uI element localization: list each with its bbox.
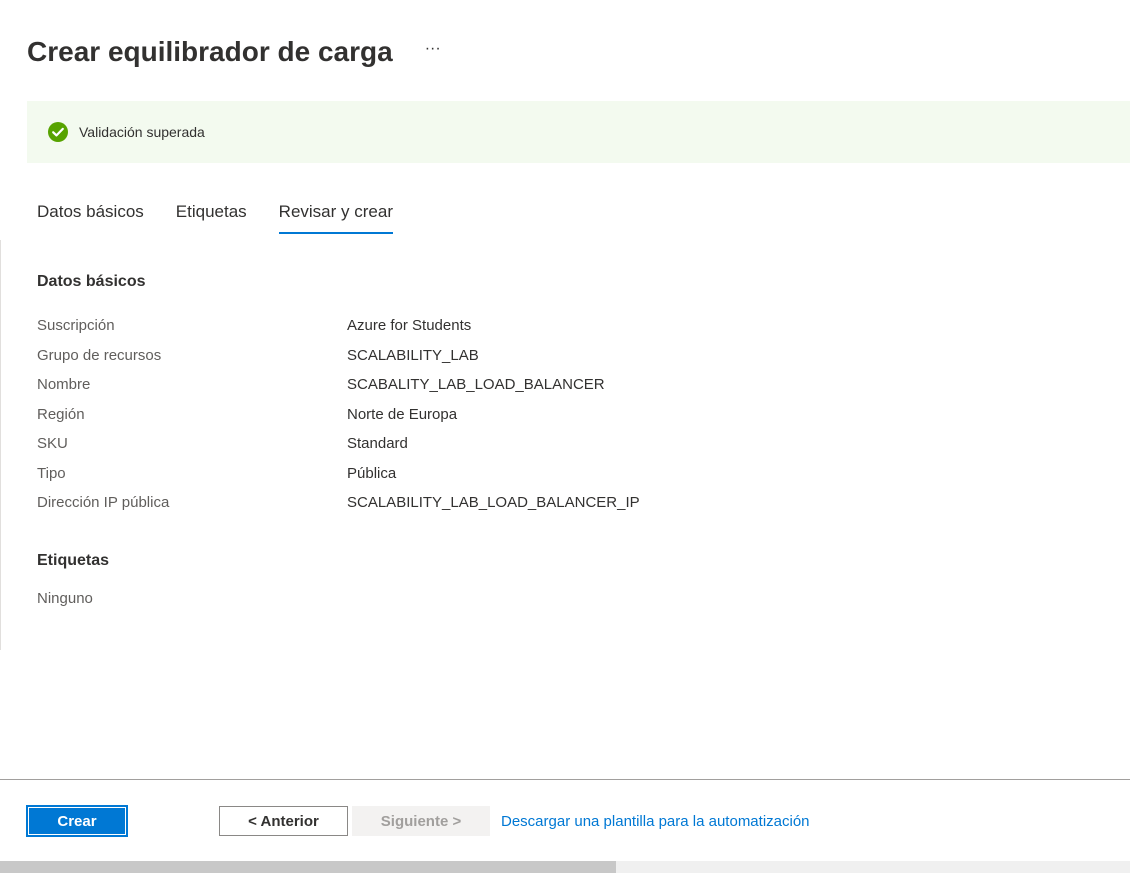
validation-message: Validación superada [79, 124, 205, 140]
next-button: Siguiente > [352, 806, 490, 836]
summary-value: Azure for Students [347, 317, 472, 335]
basics-section-title: Datos básicos [37, 273, 146, 290]
summary-row-type: Tipo Pública [37, 459, 937, 489]
summary-row-resource-group: Grupo de recursos SCALABILITY_LAB [37, 341, 937, 371]
summary-value: Norte de Europa [347, 405, 458, 423]
summary-label: Grupo de recursos [37, 346, 162, 364]
summary-row-region: Región Norte de Europa [37, 400, 937, 430]
previous-button[interactable]: < Anterior [219, 806, 348, 836]
tab-revisar-y-crear[interactable]: Revisar y crear [278, 198, 393, 234]
summary-value: SCABALITY_LAB_LOAD_BALANCER [347, 376, 605, 394]
tags-none-text: Ninguno [37, 590, 93, 607]
page-title: Crear equilibrador de carga [27, 36, 393, 67]
summary-row-subscription: Suscripción Azure for Students [37, 311, 937, 341]
tab-etiquetas[interactable]: Etiquetas [176, 198, 247, 234]
summary-row-sku: SKU Standard [37, 429, 937, 459]
summary-label: Tipo [37, 464, 66, 482]
left-edge-divider [0, 240, 1, 650]
tags-section-title: Etiquetas [37, 552, 110, 569]
summary-label: Dirección IP pública [37, 494, 170, 512]
check-circle-icon [48, 122, 68, 142]
create-button[interactable]: Crear [26, 805, 128, 837]
scrollbar-thumb[interactable] [0, 861, 616, 873]
more-options-button[interactable]: ··· [425, 41, 441, 63]
create-load-balancer-page: Crear equilibrador de carga ··· Validaci… [0, 0, 1130, 873]
footer-divider [0, 779, 1130, 780]
summary-label: Nombre [37, 376, 91, 394]
download-template-link[interactable]: Descargar una plantilla para la automati… [501, 813, 810, 830]
summary-value: SCALABILITY_LAB [347, 346, 479, 364]
validation-banner: Validación superada [27, 101, 1130, 163]
summary-value: Standard [347, 435, 408, 453]
horizontal-scrollbar[interactable] [0, 861, 1130, 873]
summary-label: SKU [37, 435, 68, 453]
summary-label: Suscripción [37, 317, 115, 335]
page-header: Crear equilibrador de carga ··· [27, 28, 441, 76]
summary-row-public-ip: Dirección IP pública SCALABILITY_LAB_LOA… [37, 488, 937, 518]
tab-bar: Datos básicos Etiquetas Revisar y crear [37, 198, 425, 234]
summary-value: SCALABILITY_LAB_LOAD_BALANCER_IP [347, 494, 640, 512]
summary-value: Pública [347, 464, 397, 482]
footer-actions: Crear < Anterior Siguiente > Descargar u… [26, 805, 810, 837]
basics-summary-list: Suscripción Azure for Students Grupo de … [37, 311, 937, 518]
summary-label: Región [37, 405, 85, 423]
summary-row-name: Nombre SCABALITY_LAB_LOAD_BALANCER [37, 370, 937, 400]
tab-datos-basicos[interactable]: Datos básicos [37, 198, 144, 234]
